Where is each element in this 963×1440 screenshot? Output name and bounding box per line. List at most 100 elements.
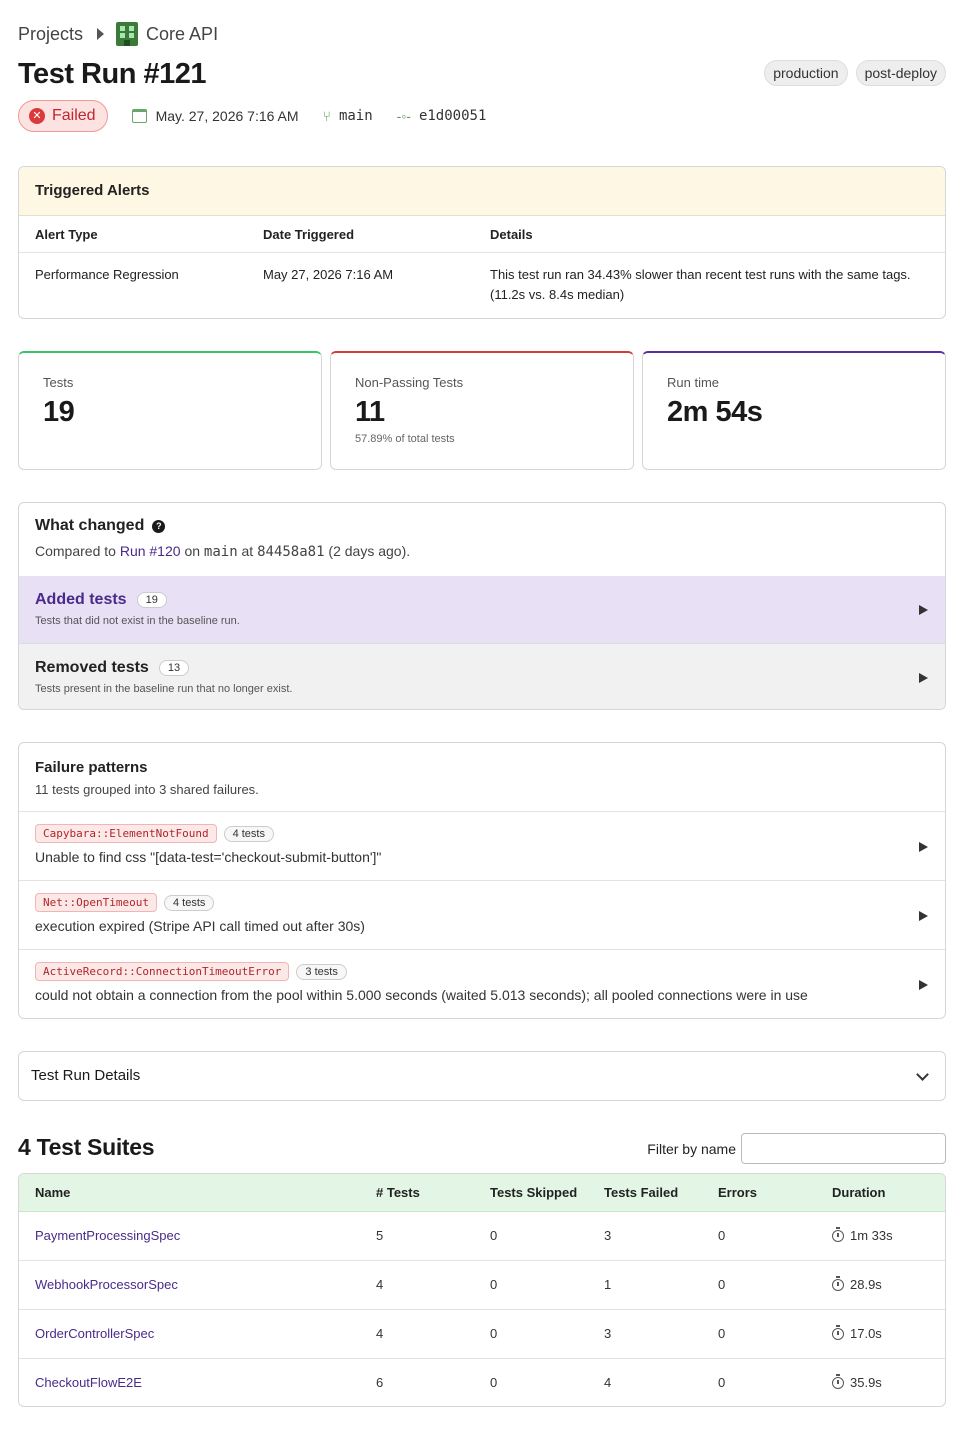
suites-header-row: Name # Tests Tests Skipped Tests Failed … <box>19 1174 945 1212</box>
added-tests-count: 19 <box>136 592 167 608</box>
failure-message: execution expired (Stripe API call timed… <box>35 918 365 934</box>
run-meta: ✕ Failed May. 27, 2026 7:16 AM ⑂ main -◦… <box>18 100 510 132</box>
failure-error-class: Net::OpenTimeout <box>35 893 157 912</box>
status-badge: ✕ Failed <box>18 100 108 132</box>
suite-duration-text: 35.9s <box>850 1375 882 1391</box>
alerts-col-details: Details <box>490 226 533 242</box>
alerts-col-type: Alert Type <box>35 226 98 242</box>
stat-non-passing: Non-Passing Tests 11 57.89% of total tes… <box>330 351 634 470</box>
stat-runtime-value: 2m 54s <box>667 396 763 428</box>
added-tests-expander[interactable]: Added tests 19 Tests that did not exist … <box>19 576 945 643</box>
status-label: Failed <box>52 107 96 124</box>
compare-prefix: Compared to <box>35 543 116 559</box>
tag-list: production post-deploy <box>764 60 946 86</box>
suite-errors: 0 <box>718 1228 726 1243</box>
compare-at: at <box>241 543 254 559</box>
col-name[interactable]: Name <box>19 1174 376 1212</box>
added-tests-desc: Tests that did not exist in the baseline… <box>35 615 240 627</box>
tag-post-deploy[interactable]: post-deploy <box>855 60 946 86</box>
alerts-title: Triggered Alerts <box>19 167 945 216</box>
alert-type: Performance Regression <box>35 267 179 282</box>
suites-table: Name # Tests Tests Skipped Tests Failed … <box>19 1174 945 1406</box>
suite-errors: 0 <box>718 1308 832 1358</box>
table-row: PaymentProcessingSpec 5 0 3 0 1m 33s <box>19 1211 945 1260</box>
run-commit[interactable]: -◦- e1d00051 <box>397 108 487 124</box>
suite-filter: Filter by name <box>647 1133 946 1164</box>
run-branch[interactable]: ⑂ main <box>323 108 373 124</box>
suite-failed: 3 <box>604 1228 612 1243</box>
col-tests[interactable]: # Tests <box>376 1174 490 1212</box>
what-changed-compare: Compared to Run #120 on main at 84458a81… <box>35 543 929 560</box>
suite-duration-text: 28.9s <box>850 1277 882 1292</box>
failure-test-count: 3 tests <box>296 963 347 980</box>
expand-arrow-icon <box>919 911 928 921</box>
alert-date: May 27, 2026 7:16 AM <box>263 267 394 282</box>
alert-details: This test run ran 34.43% slower than rec… <box>490 267 911 302</box>
tag-production[interactable]: production <box>764 60 848 86</box>
stopwatch-icon <box>832 1275 844 1291</box>
stat-non-passing-label: Non-Passing Tests <box>355 375 464 390</box>
suite-duration-text: 1m 33s <box>850 1228 893 1243</box>
run-branch-text: main <box>338 108 373 124</box>
suite-duration: 28.9s <box>832 1275 945 1292</box>
run-commit-text: e1d00051 <box>418 108 487 124</box>
breadcrumb-project-link[interactable]: Core API <box>146 24 218 45</box>
suite-duration: 1m 33s <box>832 1226 945 1243</box>
expand-arrow-icon <box>919 605 928 615</box>
failure-pattern-row[interactable]: Net::OpenTimeout 4 tests execution expir… <box>19 881 945 950</box>
calendar-icon <box>131 109 147 123</box>
breadcrumb-projects-link[interactable]: Projects <box>18 24 83 45</box>
run-date: May. 27, 2026 7:16 AM <box>131 108 299 124</box>
suite-errors: 0 <box>718 1259 832 1309</box>
failure-error-class: Capybara::ElementNotFound <box>35 824 217 843</box>
failure-patterns-card: Failure patterns 11 tests grouped into 3… <box>18 742 946 1019</box>
suite-tests: 4 <box>376 1259 490 1309</box>
help-icon[interactable]: ? <box>152 519 166 533</box>
suite-skipped: 0 <box>490 1357 604 1406</box>
suite-name-link[interactable]: WebhookProcessorSpec <box>35 1277 178 1292</box>
col-errors[interactable]: Errors <box>718 1174 832 1212</box>
suite-tests: 6 <box>376 1357 490 1406</box>
git-commit-icon: -◦- <box>396 108 411 124</box>
suite-failed: 1 <box>604 1259 718 1309</box>
git-branch-icon: ⑂ <box>322 108 331 124</box>
failure-test-count: 4 tests <box>163 894 215 911</box>
what-changed-heading: What changed ? <box>35 517 929 535</box>
failure-pattern-row[interactable]: Capybara::ElementNotFound 4 tests Unable… <box>19 812 945 881</box>
suite-skipped: 0 <box>490 1259 604 1309</box>
suite-duration-text: 17.0s <box>850 1326 882 1341</box>
table-row: WebhookProcessorSpec 4 0 1 0 28.9s <box>19 1259 945 1309</box>
filter-input[interactable] <box>741 1133 946 1164</box>
added-tests-title: Added tests <box>35 591 127 608</box>
stopwatch-icon <box>832 1324 844 1340</box>
failure-pattern-row[interactable]: ActiveRecord::ConnectionTimeoutError 3 t… <box>19 950 945 1018</box>
what-changed-title: What changed <box>35 517 145 534</box>
removed-tests-expander[interactable]: Removed tests 13 Tests present in the ba… <box>19 643 945 709</box>
expand-arrow-icon <box>919 842 928 852</box>
test-run-details-toggle[interactable]: Test Run Details <box>18 1051 946 1101</box>
col-failed[interactable]: Tests Failed <box>604 1174 718 1212</box>
suite-name-link[interactable]: PaymentProcessingSpec <box>35 1228 180 1243</box>
removed-tests-title: Removed tests <box>35 659 149 676</box>
removed-tests-count: 13 <box>158 660 190 676</box>
suite-name-link[interactable]: OrderControllerSpec <box>35 1326 154 1341</box>
suite-skipped: 0 <box>490 1308 604 1358</box>
suite-errors: 0 <box>718 1357 832 1406</box>
breadcrumb: Projects Core API <box>18 22 218 46</box>
col-skipped[interactable]: Tests Skipped <box>490 1174 604 1212</box>
baseline-run-link[interactable]: Run #120 <box>120 543 181 559</box>
test-run-details-title: Test Run Details <box>31 1067 141 1084</box>
suites-table-card: Name # Tests Tests Skipped Tests Failed … <box>18 1173 946 1407</box>
chevron-down-icon <box>916 1068 929 1081</box>
triggered-alerts-card: Triggered Alerts Alert Type Date Trigger… <box>18 166 946 319</box>
stat-tests: Tests 19 <box>18 351 322 470</box>
run-date-text: May. 27, 2026 7:16 AM <box>155 108 299 124</box>
failure-patterns-desc: 11 tests grouped into 3 shared failures. <box>35 782 259 797</box>
col-duration[interactable]: Duration <box>832 1174 945 1212</box>
building-icon <box>116 22 139 46</box>
alert-row: Performance Regression May 27, 2026 7:16… <box>19 253 945 305</box>
suite-name-link[interactable]: CheckoutFlowE2E <box>35 1375 142 1390</box>
alerts-header-row: Alert Type Date Triggered Details <box>19 216 945 253</box>
suite-failed: 3 <box>604 1308 718 1358</box>
stat-tests-value: 19 <box>43 396 75 428</box>
